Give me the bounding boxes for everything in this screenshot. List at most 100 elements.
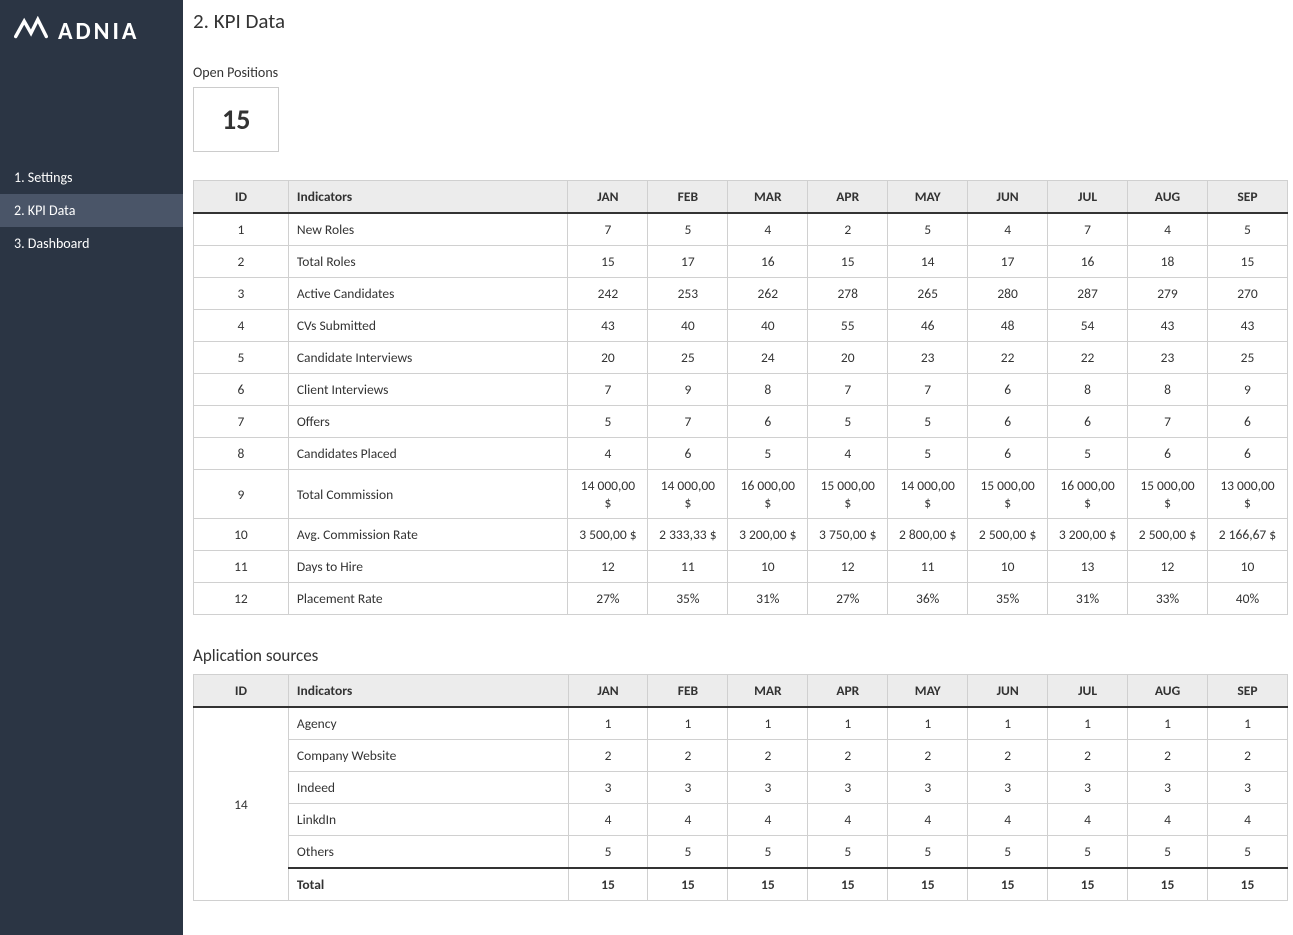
cell-value[interactable]: 3 750,00 $ [808,519,888,551]
cell-value[interactable]: 2 [568,740,648,772]
cell-value[interactable]: 3 [1128,772,1208,804]
cell-value[interactable]: 280 [968,278,1048,310]
cell-value[interactable]: 5 [568,406,648,438]
cell-value[interactable]: 1 [968,707,1048,740]
cell-value[interactable]: 1 [1128,707,1208,740]
cell-value[interactable]: 7 [568,374,648,406]
cell-value[interactable]: 287 [1048,278,1128,310]
table-row[interactable]: 11Days to Hire121110121110131210 [194,551,1288,583]
table-row[interactable]: Company Website222222222 [194,740,1288,772]
cell-value[interactable]: 6 [1207,438,1287,470]
table-row[interactable]: 1New Roles754254745 [194,213,1288,246]
nav-dashboard[interactable]: 3. Dashboard [0,227,183,260]
cell-value[interactable]: 1 [568,707,648,740]
cell-value[interactable]: 40 [648,310,728,342]
cell-value[interactable]: 1 [1048,707,1128,740]
cell-value[interactable]: 5 [888,406,968,438]
cell-value[interactable]: 3 [568,772,648,804]
cell-value[interactable]: 8 [1128,374,1208,406]
cell-value[interactable]: 4 [808,804,888,836]
cell-value[interactable]: 3 [728,772,808,804]
cell-value[interactable]: 12 [568,551,648,583]
cell-value[interactable]: 270 [1207,278,1287,310]
cell-value[interactable]: 18 [1128,246,1208,278]
cell-value[interactable]: 16 000,00 $ [1048,470,1128,519]
table-row[interactable]: Indeed333333333 [194,772,1288,804]
cell-value[interactable]: 4 [648,804,728,836]
nav-settings[interactable]: 1. Settings [0,161,183,194]
cell-value[interactable]: 3 500,00 $ [568,519,648,551]
cell-value[interactable]: 8 [728,374,808,406]
cell-value[interactable]: 14 000,00 $ [648,470,728,519]
cell-value[interactable]: 36% [888,583,968,615]
cell-value[interactable]: 24 [728,342,808,374]
table-row[interactable]: Others555555555 [194,836,1288,869]
cell-value[interactable]: 43 [1207,310,1287,342]
cell-value[interactable]: 3 [968,772,1048,804]
cell-value[interactable]: 2 [1048,740,1128,772]
cell-value[interactable]: 55 [808,310,888,342]
cell-value[interactable]: 2 [808,213,888,246]
cell-value[interactable]: 48 [968,310,1048,342]
table-row[interactable]: 9Total Commission14 000,00 $14 000,00 $1… [194,470,1288,519]
cell-value[interactable]: 23 [888,342,968,374]
cell-value[interactable]: 6 [728,406,808,438]
cell-value[interactable]: 2 800,00 $ [888,519,968,551]
cell-value[interactable]: 3 [808,772,888,804]
table-row[interactable]: 5Candidate Interviews202524202322222325 [194,342,1288,374]
cell-value[interactable]: 7 [1128,406,1208,438]
cell-value[interactable]: 25 [1207,342,1287,374]
cell-value[interactable]: 5 [888,438,968,470]
cell-value[interactable]: 5 [1207,213,1287,246]
cell-value[interactable]: 25 [648,342,728,374]
cell-value[interactable]: 13 000,00 $ [1207,470,1287,519]
cell-value[interactable]: 4 [1207,804,1287,836]
cell-value[interactable]: 5 [888,213,968,246]
cell-value[interactable]: 4 [1048,804,1128,836]
cell-value[interactable]: 54 [1048,310,1128,342]
cell-value[interactable]: 5 [1128,836,1208,869]
cell-value[interactable]: 4 [728,804,808,836]
cell-value[interactable]: 262 [728,278,808,310]
cell-value[interactable]: 4 [1128,213,1208,246]
cell-value[interactable]: 4 [968,213,1048,246]
table-row[interactable]: 2Total Roles151716151417161815 [194,246,1288,278]
cell-value[interactable]: 7 [808,374,888,406]
cell-value[interactable]: 5 [968,836,1048,869]
cell-value[interactable]: 6 [1128,438,1208,470]
cell-value[interactable]: 5 [1207,836,1287,869]
cell-value[interactable]: 4 [968,804,1048,836]
cell-value[interactable]: 15 [568,246,648,278]
cell-value[interactable]: 6 [648,438,728,470]
cell-value[interactable]: 3 [1207,772,1287,804]
cell-value[interactable]: 16 [1048,246,1128,278]
cell-value[interactable]: 4 [568,804,648,836]
cell-value[interactable]: 6 [1048,406,1128,438]
cell-value[interactable]: 1 [728,707,808,740]
cell-value[interactable]: 35% [968,583,1048,615]
cell-value[interactable]: 5 [888,836,968,869]
cell-value[interactable]: 242 [568,278,648,310]
cell-value[interactable]: 15 000,00 $ [1128,470,1208,519]
cell-value[interactable]: 5 [1048,836,1128,869]
table-row[interactable]: 4CVs Submitted434040554648544343 [194,310,1288,342]
cell-value[interactable]: 2 [968,740,1048,772]
cell-value[interactable]: 11 [888,551,968,583]
cell-value[interactable]: 2 [1207,740,1287,772]
cell-value[interactable]: 20 [808,342,888,374]
cell-value[interactable]: 6 [968,438,1048,470]
cell-value[interactable]: 6 [968,374,1048,406]
table-row[interactable]: 12Placement Rate27%35%31%27%36%35%31%33%… [194,583,1288,615]
table-row[interactable]: 3Active Candidates2422532622782652802872… [194,278,1288,310]
cell-value[interactable]: 14 000,00 $ [568,470,648,519]
cell-value[interactable]: 4 [808,438,888,470]
cell-value[interactable]: 14 000,00 $ [888,470,968,519]
cell-value[interactable]: 31% [1048,583,1128,615]
cell-value[interactable]: 7 [888,374,968,406]
table-row[interactable]: LinkdIn444444444 [194,804,1288,836]
cell-value[interactable]: 15 [1207,246,1287,278]
cell-value[interactable]: 27% [808,583,888,615]
cell-value[interactable]: 2 333,33 $ [648,519,728,551]
cell-value[interactable]: 10 [968,551,1048,583]
cell-value[interactable]: 2 500,00 $ [1128,519,1208,551]
